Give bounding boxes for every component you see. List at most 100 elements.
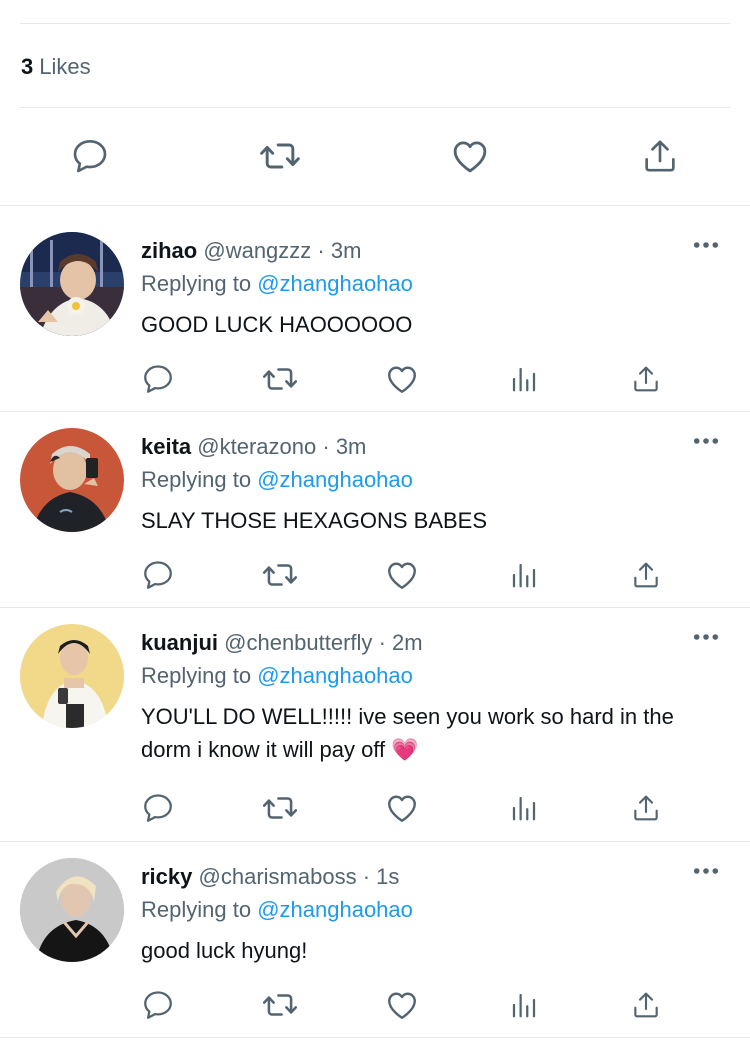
avatar[interactable] [20, 624, 124, 728]
tweet-actions [0, 359, 750, 399]
meta-separator: · [317, 238, 325, 263]
replying-prefix: Replying to [141, 663, 252, 688]
like-button[interactable] [444, 130, 496, 182]
main-tweet-actions [0, 130, 750, 182]
timestamp[interactable]: 3m [331, 238, 362, 263]
like-icon [449, 135, 491, 177]
reply-button[interactable] [138, 359, 178, 399]
share-button[interactable] [626, 359, 666, 399]
replying-to: Replying to @zhanghaohao [141, 467, 413, 493]
like-icon [384, 557, 420, 593]
more-icon [693, 437, 719, 445]
display-name[interactable]: ricky [141, 864, 192, 889]
handle[interactable]: @charismaboss [199, 864, 357, 889]
top-divider [20, 23, 730, 24]
share-button[interactable] [626, 985, 666, 1025]
analytics-button[interactable] [504, 359, 544, 399]
meta-separator: · [322, 434, 330, 459]
reply-button[interactable] [138, 788, 178, 828]
timestamp[interactable]: 3m [336, 434, 367, 459]
replying-to: Replying to @zhanghaohao [141, 663, 413, 689]
retweet-icon [261, 360, 299, 398]
tweet-text: GOOD LUCK HAOOOOOO [141, 312, 413, 337]
replying-prefix: Replying to [141, 467, 252, 492]
tweet-text: good luck hyung! [141, 938, 308, 963]
likes-label: Likes [39, 54, 91, 79]
replying-prefix: Replying to [141, 271, 252, 296]
replying-prefix: Replying to [141, 897, 252, 922]
tweet-text: YOU'LL DO WELL!!!!! ive seen you work so… [141, 704, 674, 762]
reply-divider [0, 1037, 750, 1038]
like-icon [384, 987, 420, 1023]
handle[interactable]: @wangzzz [203, 238, 311, 263]
replying-to-handle[interactable]: @zhanghaohao [257, 271, 413, 296]
analytics-icon [509, 990, 539, 1020]
reply-tweet[interactable]: zihao @wangzzz · 3m Replying to @zhangha… [0, 208, 750, 411]
retweet-icon [258, 134, 302, 178]
share-icon [630, 363, 662, 395]
like-button[interactable] [382, 788, 422, 828]
analytics-icon [509, 560, 539, 590]
more-icon [693, 633, 719, 641]
retweet-icon [261, 986, 299, 1024]
tweet-meta: ricky @charismaboss · 1s [141, 864, 399, 890]
like-button[interactable] [382, 359, 422, 399]
timestamp[interactable]: 2m [392, 630, 423, 655]
reply-tweet[interactable]: kuanjui @chenbutterfly · 2m Replying to … [0, 600, 750, 840]
reply-tweet[interactable]: ricky @charismaboss · 1s Replying to @zh… [0, 834, 750, 1037]
replying-to-handle[interactable]: @zhanghaohao [257, 663, 413, 688]
handle[interactable]: @kterazono [197, 434, 316, 459]
more-options-button[interactable] [692, 236, 720, 254]
tweet-actions [0, 985, 750, 1025]
share-button[interactable] [634, 130, 686, 182]
actions-divider [0, 205, 750, 206]
replying-to: Replying to @zhanghaohao [141, 897, 413, 923]
display-name[interactable]: kuanjui [141, 630, 218, 655]
replying-to-handle[interactable]: @zhanghaohao [257, 897, 413, 922]
tweet-actions [0, 555, 750, 595]
more-options-button[interactable] [692, 628, 720, 646]
analytics-button[interactable] [504, 555, 544, 595]
analytics-button[interactable] [504, 788, 544, 828]
tweet-meta: keita @kterazono · 3m [141, 434, 366, 460]
avatar[interactable] [20, 858, 124, 962]
likes-count-row[interactable]: 3 Likes [21, 54, 91, 80]
like-button[interactable] [382, 555, 422, 595]
reply-button[interactable] [138, 985, 178, 1025]
share-button[interactable] [626, 555, 666, 595]
share-icon [630, 989, 662, 1021]
timestamp[interactable]: 1s [376, 864, 399, 889]
avatar[interactable] [20, 428, 124, 532]
tweet-meta: zihao @wangzzz · 3m [141, 238, 361, 264]
replying-to-handle[interactable]: @zhanghaohao [257, 467, 413, 492]
reply-tweet[interactable]: keita @kterazono · 3m Replying to @zhang… [0, 404, 750, 607]
share-icon [630, 792, 662, 824]
likes-divider [20, 107, 730, 108]
retweet-icon [261, 556, 299, 594]
retweet-button[interactable] [260, 555, 300, 595]
like-button[interactable] [382, 985, 422, 1025]
reply-button[interactable] [64, 130, 116, 182]
retweet-icon [261, 789, 299, 827]
like-icon [384, 361, 420, 397]
reply-icon [141, 988, 175, 1022]
retweet-button[interactable] [260, 788, 300, 828]
more-options-button[interactable] [692, 862, 720, 880]
meta-separator: · [362, 864, 371, 889]
retweet-button[interactable] [254, 130, 306, 182]
avatar[interactable] [20, 232, 124, 336]
retweet-button[interactable] [260, 985, 300, 1025]
display-name[interactable]: zihao [141, 238, 197, 263]
retweet-button[interactable] [260, 359, 300, 399]
handle[interactable]: @chenbutterfly [224, 630, 372, 655]
reply-icon [141, 791, 175, 825]
replying-to: Replying to @zhanghaohao [141, 271, 413, 297]
more-options-button[interactable] [692, 432, 720, 450]
meta-separator: · [378, 630, 386, 655]
share-button[interactable] [626, 788, 666, 828]
analytics-icon [509, 364, 539, 394]
tweet-actions [0, 788, 750, 828]
analytics-button[interactable] [504, 985, 544, 1025]
display-name[interactable]: keita [141, 434, 191, 459]
reply-button[interactable] [138, 555, 178, 595]
